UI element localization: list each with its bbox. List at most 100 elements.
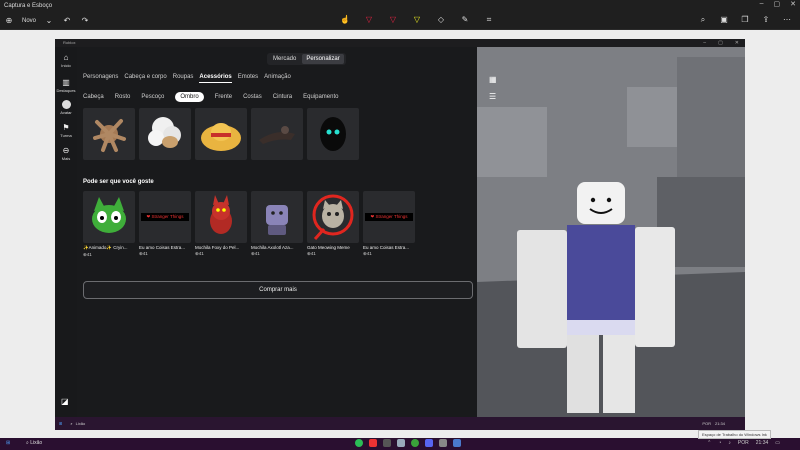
avatar-viewport[interactable]: ▦ ☰ xyxy=(477,47,745,417)
network-icon[interactable]: ◔ xyxy=(718,440,721,446)
reco-name: Eu amo Coisas Estra... xyxy=(363,245,410,250)
taskbar-apps xyxy=(355,439,461,447)
minimize-icon[interactable]: – xyxy=(760,0,764,8)
undo-icon[interactable]: ↶ xyxy=(62,16,72,26)
reco-name: Gato Meowing Meme xyxy=(307,245,350,250)
foxy-backpack-icon xyxy=(210,195,232,234)
nav-item-home[interactable]: ⌂ Início xyxy=(55,53,77,68)
zoom-icon[interactable]: ⌕ xyxy=(698,15,708,25)
nav-label: Início xyxy=(61,63,71,68)
item-tile[interactable] xyxy=(139,108,191,160)
reco-card[interactable]: ❤ Stranger Things Eu amo Coisas Estra...… xyxy=(363,191,415,258)
reco-thumbnail xyxy=(307,191,359,243)
chip-face[interactable]: Rosto xyxy=(115,94,131,100)
app-store-icon[interactable] xyxy=(439,439,447,447)
app-heart-icon[interactable] xyxy=(369,439,377,447)
reco-card[interactable]: ✨Animado✨ Cryin... ⊕41 xyxy=(83,191,135,258)
roblox-window-title: Roblox xyxy=(63,40,76,45)
nav-label: Mais xyxy=(61,156,71,161)
reco-card[interactable]: Mochila Axolotl Aza... ⊕41 xyxy=(251,191,303,258)
octopus-shoulder-icon xyxy=(93,119,126,152)
mode-segmented-control: Mercado Personalizar xyxy=(267,53,346,65)
reco-thumbnail: ❤ Stranger Things xyxy=(139,191,191,243)
chevron-down-icon[interactable]: ⌄ xyxy=(44,16,54,26)
chip-gear[interactable]: Equipamento xyxy=(303,94,338,100)
app-xbox-icon[interactable] xyxy=(411,439,419,447)
app-spotify-icon[interactable] xyxy=(355,439,363,447)
app-discord-icon[interactable] xyxy=(425,439,433,447)
reco-card[interactable]: ❤ Stranger Things Eu amo Coisas Estra...… xyxy=(139,191,191,258)
avatar-model xyxy=(517,182,675,413)
pencil-icon[interactable]: ▽ xyxy=(388,15,398,25)
roblox-left-nav: ⌂ Início ▥ Destaques Avatar ⚑ Turma ⊖ Ma… xyxy=(55,47,77,417)
save-icon[interactable]: ▣ xyxy=(719,15,729,25)
reco-price: ⊕41 xyxy=(251,251,260,256)
chip-head[interactable]: Cabeça xyxy=(83,94,104,100)
app-steam-icon[interactable] xyxy=(397,439,405,447)
item-tile[interactable] xyxy=(251,108,303,160)
redo-icon[interactable]: ↷ xyxy=(80,16,90,26)
customize-panel: Mercado Personalizar Personagens Cabeça … xyxy=(77,47,477,417)
nav-item-avatar[interactable]: Avatar xyxy=(55,100,77,115)
banner-badge: ❤ Stranger Things xyxy=(141,213,189,221)
pirate-hat-icon xyxy=(259,126,295,144)
nav-label: Avatar xyxy=(60,110,72,115)
ruler-icon[interactable]: ✎ xyxy=(460,15,470,25)
roblox-maximize-icon[interactable]: ▢ xyxy=(718,39,723,47)
ballpoint-pen-icon[interactable]: ▽ xyxy=(364,15,374,25)
roblox-minimize-icon[interactable]: – xyxy=(703,39,706,47)
nav-item-more[interactable]: ⊖ Mais xyxy=(55,146,77,161)
notification-icon[interactable]: ▭ xyxy=(775,440,780,446)
eraser-icon[interactable]: ◇ xyxy=(436,15,446,25)
buy-more-button[interactable]: Comprar mais xyxy=(83,281,473,299)
tab-accessories[interactable]: Acessórios xyxy=(199,74,232,83)
reco-card[interactable]: Mochila Foxy do Pel... ⊕41 xyxy=(195,191,247,258)
tab-customize[interactable]: Personalizar xyxy=(302,54,344,64)
group-icon: ⚑ xyxy=(62,123,70,132)
item-tile[interactable] xyxy=(307,108,359,160)
search-text: Lixão xyxy=(30,440,43,446)
highlighter-icon[interactable]: ▽ xyxy=(412,15,422,25)
system-tray: ⌃ ◔ ♪ POR 21:34 ▭ xyxy=(707,440,780,446)
item-tile[interactable] xyxy=(195,108,247,160)
tray-chevron-icon[interactable]: ⌃ xyxy=(707,440,711,446)
maximize-icon[interactable]: ▢ xyxy=(774,0,781,8)
roblox-logo-icon[interactable]: ◪ xyxy=(61,397,70,406)
item-tile[interactable] xyxy=(83,108,135,160)
tab-market[interactable]: Mercado xyxy=(269,54,300,64)
close-icon[interactable]: ✕ xyxy=(790,0,796,8)
touch-write-icon[interactable]: ☝ xyxy=(340,15,350,25)
chip-back[interactable]: Costas xyxy=(243,94,262,100)
app-ink-icon[interactable] xyxy=(453,439,461,447)
tab-emotes[interactable]: Emotes xyxy=(238,74,258,83)
new-snip-button[interactable]: Novo xyxy=(22,18,36,24)
copy-icon[interactable]: ❐ xyxy=(740,15,750,25)
roblox-close-icon[interactable]: ✕ xyxy=(735,39,739,47)
chip-neck[interactable]: Pescoço xyxy=(141,94,164,100)
tab-characters[interactable]: Personagens xyxy=(83,74,118,83)
new-snip-icon[interactable]: ⊕ xyxy=(4,16,14,26)
share-icon[interactable]: ⇪ xyxy=(761,15,771,25)
nav-item-group[interactable]: ⚑ Turma xyxy=(55,123,77,138)
more-options-icon[interactable]: ⋯ xyxy=(782,15,792,25)
nav-item-highlights[interactable]: ▥ Destaques xyxy=(55,78,77,93)
category-tabs: Personagens Cabeça e corpo Roupas Acessó… xyxy=(83,74,291,83)
volume-icon[interactable]: ♪ xyxy=(728,440,731,446)
windows-start-icon[interactable]: ⊞ xyxy=(6,440,10,446)
app-explorer-icon[interactable] xyxy=(383,439,391,447)
taskbar-search[interactable]: ⌕ Lixão xyxy=(26,440,42,446)
meowing-cat-icon xyxy=(312,194,354,241)
chip-waist[interactable]: Cintura xyxy=(273,94,292,100)
chip-front[interactable]: Frente xyxy=(215,94,232,100)
tab-animation[interactable]: Animação xyxy=(264,74,291,83)
chip-shoulder[interactable]: Ombro xyxy=(175,92,204,102)
tab-clothing[interactable]: Roupas xyxy=(173,74,194,83)
reco-thumbnail xyxy=(251,191,303,243)
captured-screenshot: Roblox – ▢ ✕ ⌂ Início ▥ Destaques Avatar… xyxy=(55,39,745,430)
tray-lang[interactable]: POR xyxy=(738,440,749,446)
reco-name: Eu amo Coisas Estra... xyxy=(139,245,186,250)
crop-icon[interactable]: ⌗ xyxy=(484,15,494,25)
tab-head-body[interactable]: Cabeça e corpo xyxy=(124,74,166,83)
tray-clock[interactable]: 21:34 xyxy=(756,440,769,446)
reco-card[interactable]: Gato Meowing Meme ⊕41 xyxy=(307,191,359,258)
